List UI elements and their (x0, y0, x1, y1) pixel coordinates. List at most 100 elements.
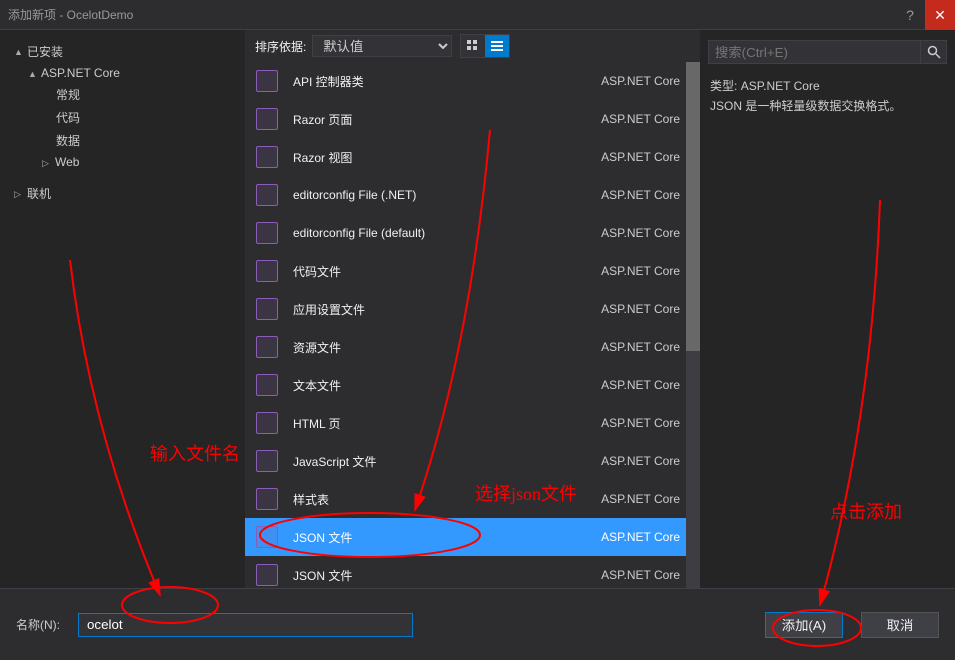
file-template-icon (255, 563, 279, 587)
sidebar-item-label: 数据 (56, 132, 80, 149)
chevron-down-icon: ▲ (14, 47, 23, 56)
template-category: ASP.NET Core (601, 340, 690, 354)
template-category: ASP.NET Core (601, 112, 690, 126)
template-category: ASP.NET Core (601, 378, 690, 392)
file-template-icon (255, 259, 279, 283)
template-category: ASP.NET Core (601, 454, 690, 468)
template-list-item[interactable]: editorconfig File (.NET)ASP.NET Core (245, 176, 700, 214)
template-category: ASP.NET Core (601, 416, 690, 430)
template-category: ASP.NET Core (601, 150, 690, 164)
name-label: 名称(N): (16, 616, 60, 633)
description-text: JSON 是一种轻量级数据交换格式。 (710, 96, 945, 116)
file-template-icon (255, 373, 279, 397)
template-label: 样式表 (293, 491, 601, 508)
template-label: JavaScript 文件 (293, 453, 601, 470)
template-list-item[interactable]: Razor 页面ASP.NET Core (245, 100, 700, 138)
template-label: Razor 视图 (293, 149, 601, 166)
template-label: HTML 页 (293, 415, 601, 432)
template-category: ASP.NET Core (601, 568, 690, 582)
file-template-icon (255, 411, 279, 435)
template-list-item[interactable]: 代码文件ASP.NET Core (245, 252, 700, 290)
template-list-item[interactable]: 文本文件ASP.NET Core (245, 366, 700, 404)
chevron-right-icon: ▷ (42, 158, 51, 167)
search-input[interactable] (708, 40, 921, 64)
template-list-panel: 排序依据: 默认值 API 控制器类ASP.NET CoreRazor 页面AS… (245, 30, 700, 588)
template-label: 资源文件 (293, 339, 601, 356)
file-template-icon (255, 487, 279, 511)
file-template-icon (255, 107, 279, 131)
template-category: ASP.NET Core (601, 74, 690, 88)
template-label: 应用设置文件 (293, 301, 601, 318)
template-list-item[interactable]: 样式表ASP.NET Core (245, 480, 700, 518)
template-category: ASP.NET Core (601, 264, 690, 278)
bottom-bar: 名称(N): 添加(A) 取消 (0, 588, 955, 660)
template-list-item[interactable]: JSON 文件ASP.NET Core (245, 556, 700, 588)
name-input[interactable] (78, 613, 413, 637)
sidebar-item-web[interactable]: ▷ Web (0, 152, 245, 172)
view-grid-button[interactable] (461, 35, 485, 57)
template-label: 文本文件 (293, 377, 601, 394)
list-icon (491, 40, 503, 52)
template-list-item[interactable]: 资源文件ASP.NET Core (245, 328, 700, 366)
file-template-icon (255, 145, 279, 169)
title-bar: 添加新项 - OcelotDemo ? ✕ (0, 0, 955, 30)
template-category: ASP.NET Core (601, 530, 690, 544)
window-title: 添加新项 - OcelotDemo (8, 6, 133, 23)
cancel-button[interactable]: 取消 (861, 612, 939, 638)
sidebar-item-aspnetcore[interactable]: ▲ ASP.NET Core (0, 63, 245, 83)
sidebar-item-label: 联机 (27, 185, 51, 202)
template-list-item[interactable]: Razor 视图ASP.NET Core (245, 138, 700, 176)
sidebar-header-installed[interactable]: ▲ 已安装 (0, 40, 245, 63)
file-template-icon (255, 449, 279, 473)
chevron-right-icon: ▷ (14, 189, 23, 198)
help-button[interactable]: ? (895, 0, 925, 30)
template-category: ASP.NET Core (601, 188, 690, 202)
file-template-icon (255, 297, 279, 321)
sidebar-item-label: 常规 (56, 86, 80, 103)
template-list[interactable]: API 控制器类ASP.NET CoreRazor 页面ASP.NET Core… (245, 62, 700, 588)
file-template-icon (255, 221, 279, 245)
template-list-item[interactable]: API 控制器类ASP.NET Core (245, 62, 700, 100)
template-list-item[interactable]: HTML 页ASP.NET Core (245, 404, 700, 442)
template-category: ASP.NET Core (601, 226, 690, 240)
file-template-icon (255, 525, 279, 549)
type-key: 类型: (710, 79, 737, 93)
template-category: ASP.NET Core (601, 302, 690, 316)
template-list-item[interactable]: JSON 文件ASP.NET Core (245, 518, 700, 556)
sidebar-installed: ▲ 已安装 ▲ ASP.NET Core 常规 代码 数据 ▷ Web ▷ 联机 (0, 30, 245, 588)
template-label: 代码文件 (293, 263, 601, 280)
template-label: JSON 文件 (293, 529, 601, 546)
scrollbar-vertical[interactable] (686, 62, 700, 588)
sort-label: 排序依据: (255, 38, 306, 55)
template-label: editorconfig File (.NET) (293, 188, 601, 202)
template-label: editorconfig File (default) (293, 226, 601, 240)
template-list-item[interactable]: editorconfig File (default)ASP.NET Core (245, 214, 700, 252)
sidebar-item-general[interactable]: 常规 (0, 83, 245, 106)
sort-select[interactable]: 默认值 (312, 35, 452, 57)
file-template-icon (255, 335, 279, 359)
sidebar-item-code[interactable]: 代码 (0, 106, 245, 129)
chevron-down-icon: ▲ (28, 69, 37, 78)
sidebar-item-label: ASP.NET Core (41, 66, 120, 80)
sidebar-item-label: 代码 (56, 109, 80, 126)
file-template-icon (255, 183, 279, 207)
close-button[interactable]: ✕ (925, 0, 955, 30)
sidebar-item-online[interactable]: ▷ 联机 (0, 182, 245, 205)
template-label: API 控制器类 (293, 73, 601, 90)
search-icon (927, 45, 941, 59)
view-list-button[interactable] (485, 35, 509, 57)
template-list-item[interactable]: JavaScript 文件ASP.NET Core (245, 442, 700, 480)
add-button[interactable]: 添加(A) (765, 612, 843, 638)
search-button[interactable] (921, 40, 947, 64)
template-label: Razor 页面 (293, 111, 601, 128)
view-toggle (460, 34, 510, 58)
file-template-icon (255, 69, 279, 93)
sidebar-item-data[interactable]: 数据 (0, 129, 245, 152)
sidebar-installed-label: 已安装 (27, 43, 63, 60)
template-category: ASP.NET Core (601, 492, 690, 506)
template-label: JSON 文件 (293, 567, 601, 584)
type-value: ASP.NET Core (741, 79, 820, 93)
sidebar-item-label: Web (55, 155, 79, 169)
details-panel: 类型: ASP.NET Core JSON 是一种轻量级数据交换格式。 (700, 30, 955, 588)
template-list-item[interactable]: 应用设置文件ASP.NET Core (245, 290, 700, 328)
